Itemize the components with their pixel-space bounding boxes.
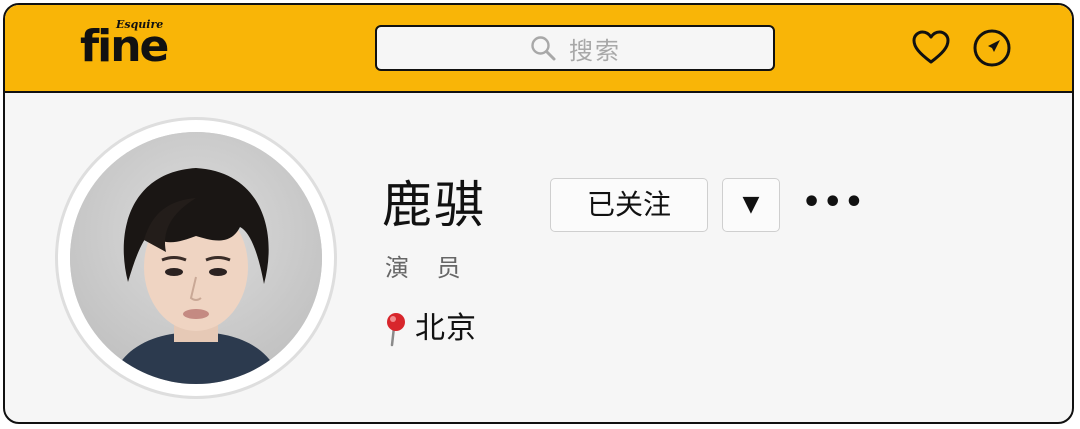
location-pin-icon [387,313,405,347]
avatar[interactable] [55,117,337,399]
follow-button[interactable]: 已关注 [550,178,708,232]
avatar-photo [70,132,322,384]
more-options-button[interactable]: ••• [802,188,864,222]
profile-name: 鹿骐 [382,176,486,234]
compass-icon[interactable] [972,28,1012,68]
follow-dropdown-button[interactable]: ▼ [722,178,780,232]
search-icon [531,36,556,61]
profile-location: 北京 [381,309,477,349]
brand-logo[interactable]: Esquire fine [80,19,190,75]
top-bar: Esquire fine 搜索 [5,5,1072,93]
profile-window: Esquire fine 搜索 鹿骐 已关注 ▼ ••• 演 员 北京 [3,3,1074,424]
heart-icon[interactable] [911,28,951,68]
search-placeholder: 搜索 [569,36,621,65]
search-input[interactable]: 搜索 [375,25,775,71]
brand-name: fine [80,21,169,72]
profile-role: 演 员 [385,254,471,282]
location-text: 北京 [415,311,477,346]
